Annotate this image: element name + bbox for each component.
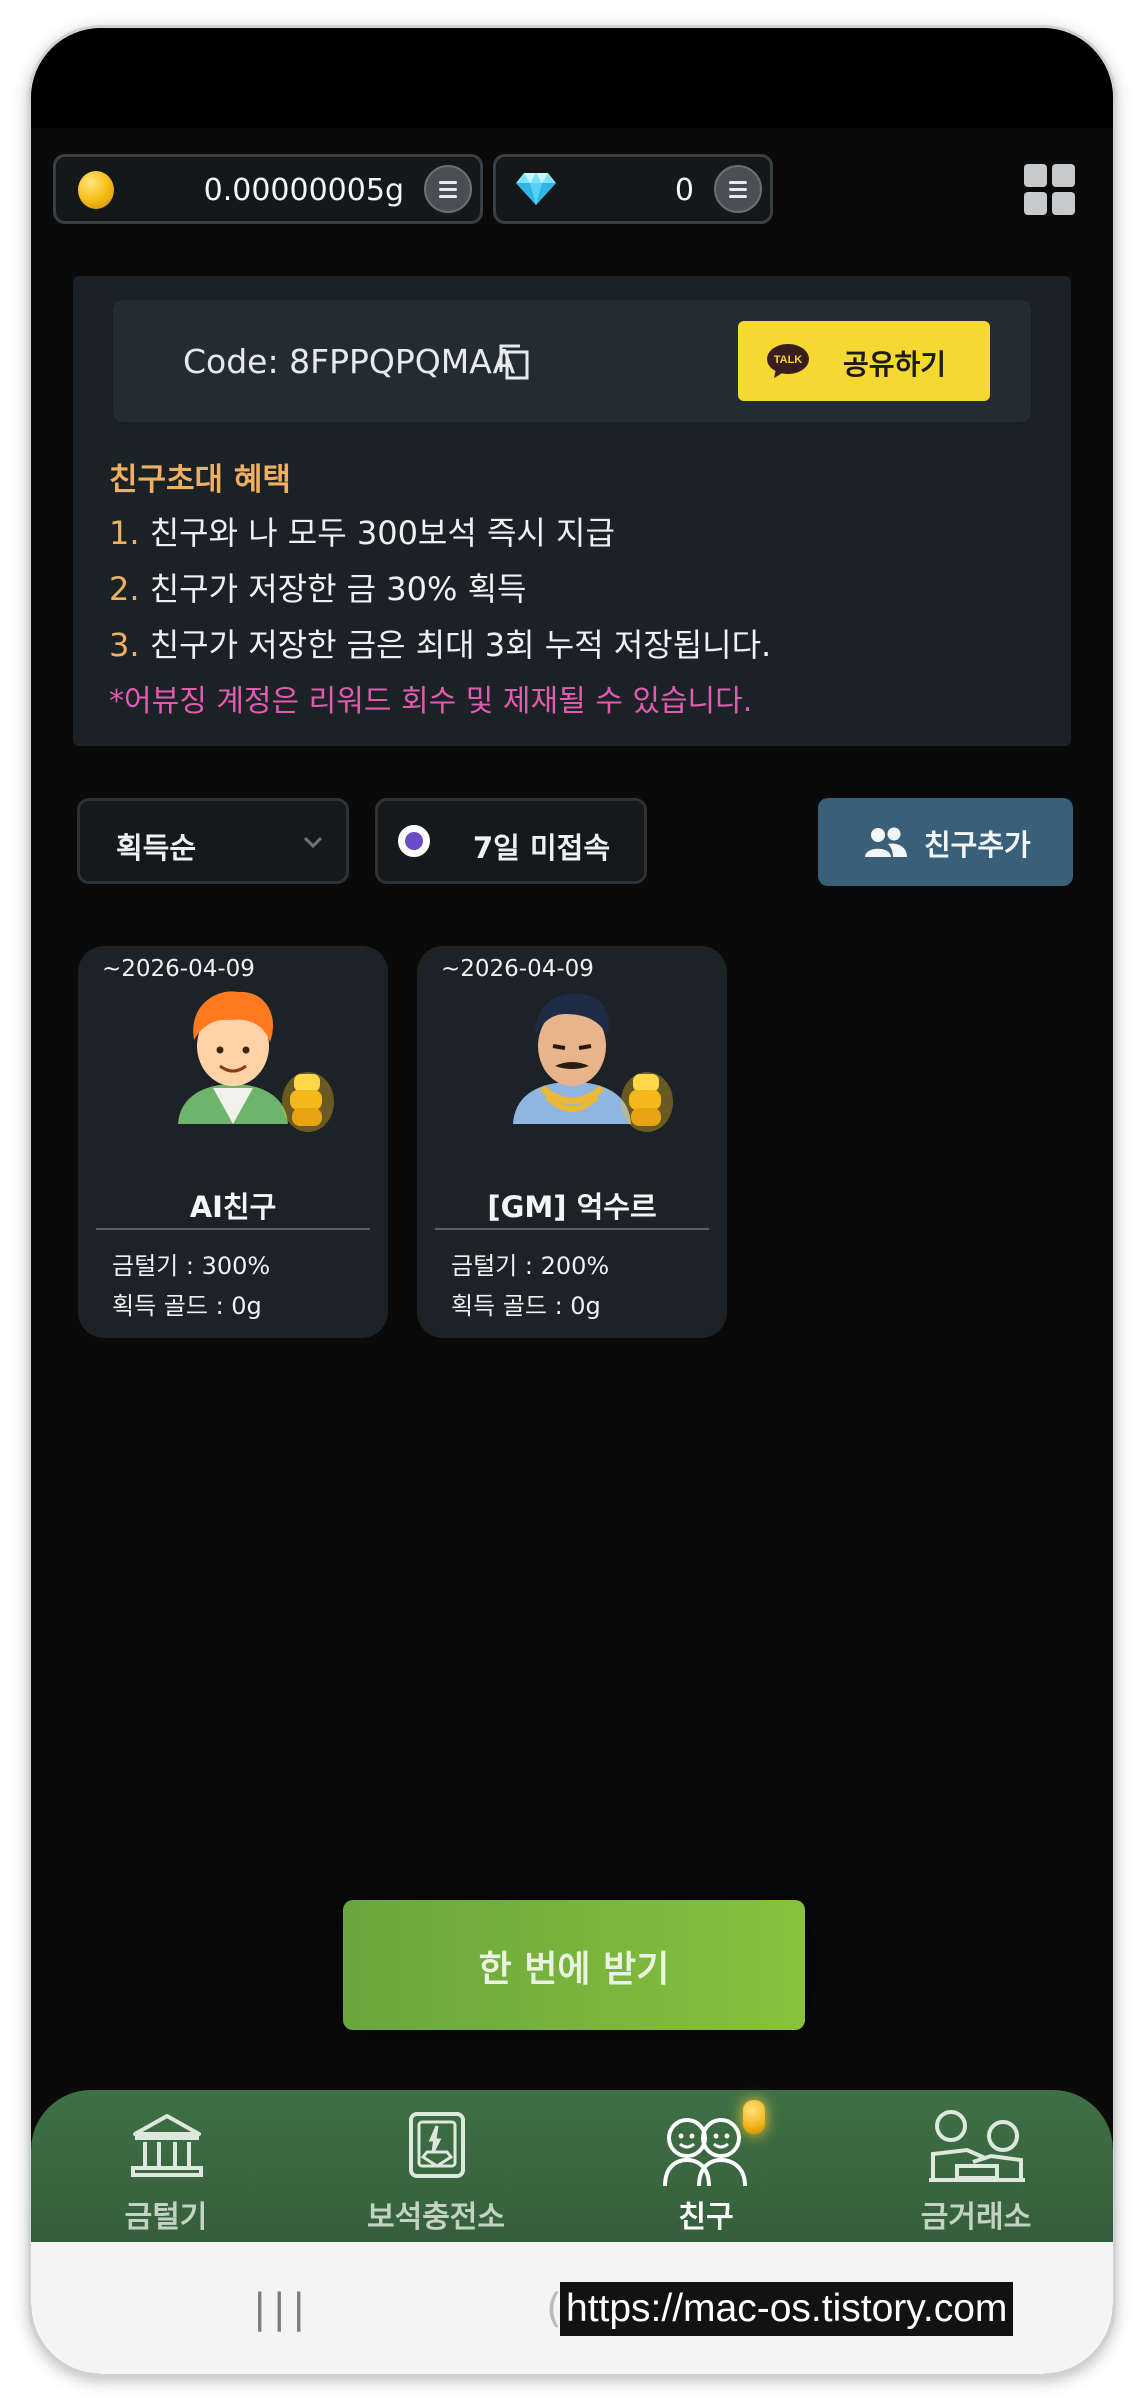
friend-date: ~2026-04-09 (441, 956, 594, 982)
gem-charger-icon (409, 2112, 465, 2178)
friend-name: [GM] 억수르 (487, 1190, 657, 1224)
invite-code: Code: 8FPPQPQMAA (183, 342, 516, 381)
grid-menu-icon[interactable] (1024, 164, 1076, 216)
claim-all-label: 한 번에 받기 (478, 1949, 670, 1990)
friend-earned-gold: 획득 골드 : 0g (112, 1292, 262, 1320)
nav-label: 친구 (678, 2200, 734, 2235)
radio-icon (398, 825, 430, 857)
copy-icon[interactable] (498, 344, 530, 380)
card-divider (435, 1228, 709, 1230)
invite-panel: Code: 8FPPQPQMAA TALK 공유하기 친구초대 혜택 1. 친구… (73, 276, 1071, 746)
benefit-title: 친구초대 혜택 (109, 462, 291, 498)
exchange-icon (929, 2110, 1025, 2182)
friend-earned-gold: 획득 골드 : 0g (451, 1292, 601, 1320)
gem-menu-button[interactable] (714, 165, 762, 213)
nav-label: 금털기 (124, 2200, 208, 2235)
nav-item-gold-mining[interactable]: 금털기 (31, 2090, 301, 2242)
bank-icon (131, 2114, 203, 2177)
friends-icon (663, 2118, 747, 2187)
gold-balance: 0.00000005g (53, 154, 483, 224)
benefit-item: 1. 친구와 나 모두 300보석 즉시 지급 (109, 514, 615, 552)
share-label: 공유하기 (843, 348, 947, 381)
friend-name: AI친구 (189, 1190, 277, 1224)
kakaotalk-icon: TALK (767, 344, 809, 378)
kakao-share-button[interactable]: TALK 공유하기 (738, 321, 990, 401)
friend-mining-rate: 금털기 : 300% (112, 1252, 271, 1280)
bottom-nav: 금털기 보석충전소 친구 금거래소 (31, 2090, 1113, 2242)
svg-text:TALK: TALK (774, 354, 803, 366)
nav-item-friends[interactable]: 친구 (571, 2090, 841, 2242)
add-friend-label: 친구추가 (924, 828, 1031, 862)
friend-mining-rate: 금털기 : 200% (451, 1252, 610, 1280)
gold-nugget-icon (282, 1072, 334, 1132)
claim-all-button[interactable]: 한 번에 받기 (343, 1900, 805, 2030)
benefit-item: 2. 친구가 저장한 금 30% 획득 (109, 570, 527, 608)
nav-item-gold-exchange[interactable]: 금거래소 (841, 2090, 1111, 2242)
gold-coin-icon (78, 171, 114, 209)
sort-select-value: 획득순 (116, 831, 197, 865)
card-divider (96, 1228, 370, 1230)
phone-screen: 0.00000005g 0 Code: 8FPPQPQMAA TALK 공유하기… (31, 28, 1113, 2374)
gem-amount: 0 (674, 173, 694, 208)
people-icon (865, 827, 907, 857)
friend-card[interactable]: ~2026-04-09 AI친구 금털기 : 300% 획득 골드 : 0g (78, 946, 388, 1338)
gold-nugget-icon (621, 1072, 673, 1132)
chevron-down-icon (303, 836, 323, 849)
sort-select[interactable]: 획득순 (77, 798, 349, 884)
gold-amount: 0.00000005g (203, 173, 404, 208)
inactive-filter-label: 7일 미접속 (473, 831, 610, 865)
gem-balance: 0 (493, 154, 773, 224)
watermark-url: https://mac-os.tistory.com (560, 2282, 1014, 2336)
status-bar (31, 28, 1113, 128)
system-nav-bar: ||| ( https://mac-os.tistory.com (31, 2242, 1113, 2374)
friend-card[interactable]: ~2026-04-09 [GM] 억수르 금털기 : 200% 획득 골드 : … (417, 946, 727, 1338)
nav-item-gem-charger[interactable]: 보석충전소 (301, 2090, 571, 2242)
recent-apps-button[interactable]: ||| (253, 2286, 311, 2332)
gold-menu-button[interactable] (424, 165, 472, 213)
inactive-filter-toggle[interactable]: 7일 미접속 (375, 798, 647, 884)
diamond-icon (516, 173, 556, 205)
gold-nugget-icon (743, 2100, 765, 2134)
abuse-warning: *어뷰징 계정은 리워드 회수 및 제재될 수 있습니다. (109, 684, 753, 719)
nav-label: 금거래소 (920, 2200, 1032, 2235)
benefit-item: 3. 친구가 저장한 금은 최대 3회 누적 저장됩니다. (109, 626, 772, 664)
friend-date: ~2026-04-09 (102, 956, 255, 982)
add-friend-button[interactable]: 친구추가 (818, 798, 1073, 886)
nav-label: 보석충전소 (367, 2200, 505, 2235)
invite-code-box: Code: 8FPPQPQMAA TALK 공유하기 (113, 300, 1031, 422)
